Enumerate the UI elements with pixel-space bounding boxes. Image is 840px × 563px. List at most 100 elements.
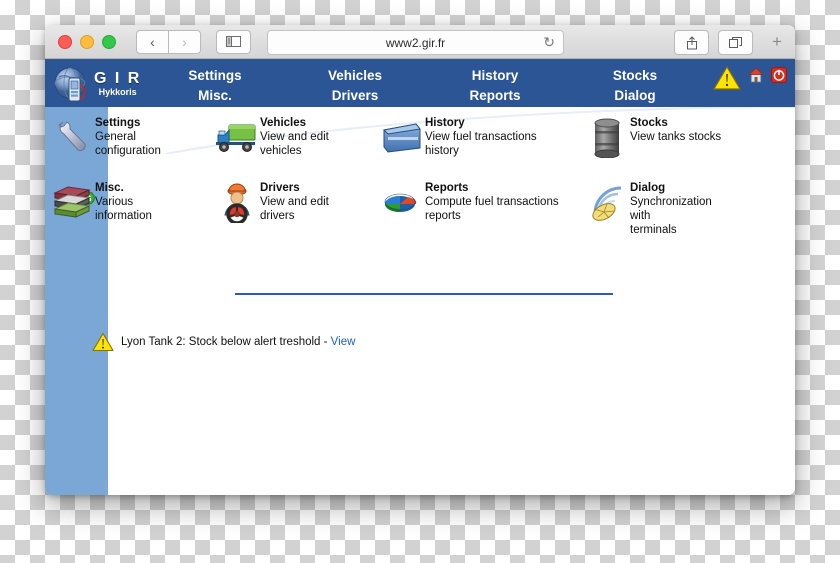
module-stocks[interactable]: Stocks View tanks stocks — [583, 114, 728, 161]
module-title: Vehicles — [260, 116, 329, 130]
logo-subtitle: Hykkoris — [94, 87, 141, 99]
satellite-glyph — [587, 183, 627, 223]
module-misc[interactable]: Misc. Various information — [48, 179, 213, 237]
module-text: Settings General configuration — [95, 114, 161, 158]
minimize-window-button[interactable] — [80, 35, 94, 49]
menu-line-2: Reports — [425, 86, 565, 106]
globe-glyph — [52, 65, 92, 105]
wallet-icon — [378, 114, 425, 161]
module-desc-2: terminals — [630, 223, 728, 237]
module-desc-2: configuration — [95, 144, 161, 158]
menu-line-1: Stocks — [565, 66, 705, 86]
module-title: History — [425, 116, 537, 130]
module-text: Stocks View tanks stocks — [630, 114, 721, 144]
barrel-glyph — [592, 118, 622, 158]
module-desc-1: Various — [95, 195, 152, 209]
menu-line-1: History — [425, 66, 565, 86]
module-desc-2: vehicles — [260, 144, 329, 158]
module-title: Drivers — [260, 181, 329, 195]
browser-toolbar-right — [674, 30, 753, 55]
module-dialog[interactable]: Dialog Synchronization with terminals — [583, 179, 728, 237]
module-text: Drivers View and edit drivers — [260, 179, 329, 223]
module-text: Vehicles View and edit vehicles — [260, 114, 329, 158]
module-text: History View fuel transactions history — [425, 114, 537, 158]
module-drivers[interactable]: Drivers View and edit drivers — [213, 179, 378, 237]
menu-line-1: Settings — [145, 66, 285, 86]
driver-glyph — [217, 183, 257, 223]
module-desc-1: View tanks stocks — [630, 130, 721, 144]
sidebar-glyph — [226, 36, 241, 47]
piechart-glyph — [382, 187, 422, 219]
satellite-icon — [583, 179, 630, 226]
alert-notification: Lyon Tank 2: Stock below alert treshold … — [92, 332, 355, 352]
module-title: Reports — [425, 181, 559, 195]
home-icon[interactable] — [748, 67, 764, 83]
warning-triangle-icon — [92, 332, 114, 352]
globe-fuel-pump-logo-icon — [52, 65, 92, 105]
menu-item-stocks-dialog[interactable]: Stocks Dialog — [565, 63, 705, 107]
module-row: Settings General configuration — [48, 114, 728, 161]
window-controls — [58, 35, 116, 49]
menu-item-vehicles-drivers[interactable]: Vehicles Drivers — [285, 63, 425, 107]
books-glyph — [52, 184, 92, 222]
maximize-window-button[interactable] — [102, 35, 116, 49]
tabs-glyph — [729, 37, 742, 49]
module-desc-2: drivers — [260, 209, 329, 223]
app-logo[interactable]: G I R Hykkoris — [52, 63, 142, 107]
logo-title: G I R — [94, 71, 141, 87]
module-text: Misc. Various information — [95, 179, 152, 223]
module-text: Dialog Synchronization with terminals — [630, 179, 728, 237]
module-grid: Settings General configuration — [48, 114, 728, 237]
wallet-glyph — [382, 122, 422, 154]
address-bar[interactable]: www2.gir.fr ↻ — [267, 30, 564, 55]
module-desc-1: Compute fuel transactions — [425, 195, 559, 209]
navigation-buttons: ‹ › — [136, 30, 201, 54]
sidebar-toggle-icon[interactable] — [216, 30, 251, 54]
module-desc-2: information — [95, 209, 152, 223]
module-desc-1: View and edit — [260, 130, 329, 144]
barrel-icon — [583, 114, 630, 161]
module-reports[interactable]: Reports Compute fuel transactions report… — [378, 179, 583, 237]
module-desc-1: Synchronization with — [630, 195, 728, 223]
web-page: G I R Hykkoris Settings Misc. Vehicles D… — [45, 59, 795, 495]
browser-window: ‹ › www2.gir.fr ↻ — [45, 25, 795, 495]
tab-overview-icon[interactable] — [718, 30, 753, 55]
logo-text: G I R Hykkoris — [94, 71, 141, 99]
alert-message: Lyon Tank 2: Stock below alert treshold … — [121, 336, 355, 348]
module-desc-1: View fuel transactions — [425, 130, 537, 144]
menu-line-1: Vehicles — [285, 66, 425, 86]
module-title: Misc. — [95, 181, 152, 195]
banner-status-icons — [713, 65, 787, 91]
main-menu: Settings Misc. Vehicles Drivers History … — [145, 63, 705, 107]
power-logout-icon[interactable] — [771, 67, 787, 83]
module-vehicles[interactable]: Vehicles View and edit vehicles — [213, 114, 378, 161]
module-desc-1: View and edit — [260, 195, 329, 209]
back-button[interactable]: ‹ — [136, 30, 169, 54]
module-title: Settings — [95, 116, 161, 130]
new-tab-button[interactable]: + — [764, 31, 790, 53]
alert-view-link[interactable]: View — [331, 336, 356, 348]
menu-item-settings-misc[interactable]: Settings Misc. — [145, 63, 285, 107]
warning-triangle-icon[interactable] — [713, 65, 741, 91]
module-desc-2: history — [425, 144, 537, 158]
module-row: Misc. Various information — [48, 179, 728, 237]
url-text: www2.gir.fr — [386, 36, 445, 50]
module-text: Reports Compute fuel transactions report… — [425, 179, 559, 223]
share-glyph — [686, 36, 698, 50]
driver-icon — [213, 179, 260, 226]
section-divider — [235, 293, 613, 295]
module-settings[interactable]: Settings General configuration — [48, 114, 213, 161]
module-history[interactable]: History View fuel transactions history — [378, 114, 583, 161]
browser-titlebar: ‹ › www2.gir.fr ↻ — [45, 25, 795, 59]
wrench-glyph — [52, 118, 92, 158]
close-window-button[interactable] — [58, 35, 72, 49]
forward-button[interactable]: › — [169, 30, 201, 54]
share-icon[interactable] — [674, 30, 709, 55]
reload-icon[interactable]: ↻ — [543, 34, 555, 51]
module-title: Dialog — [630, 181, 728, 195]
menu-line-2: Misc. — [145, 86, 285, 106]
truck-glyph — [216, 121, 258, 155]
menu-item-history-reports[interactable]: History Reports — [425, 63, 565, 107]
menu-line-2: Dialog — [565, 86, 705, 106]
menu-line-2: Drivers — [285, 86, 425, 106]
